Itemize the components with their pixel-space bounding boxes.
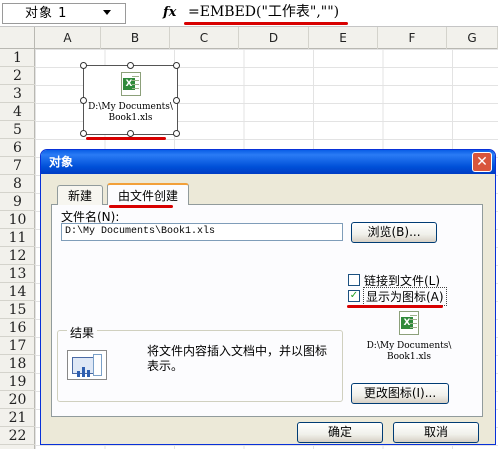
resize-handle[interactable] [80,130,87,137]
object-annotation-underline [86,137,166,140]
row-header[interactable]: 12 [0,247,35,265]
row-header[interactable]: 8 [0,175,35,193]
icon-preview-caption-line1: D:\My Documents\ [366,341,452,351]
column-header-g[interactable]: G [447,27,498,49]
name-box-value: 对象 1 [25,6,68,21]
row-header[interactable]: 16 [0,319,35,337]
formula-annotation-underline [184,22,348,25]
change-icon-button[interactable]: 更改图标(I)... [351,383,449,404]
display-as-icon-checkbox[interactable]: ✓ [348,290,360,302]
column-header-b[interactable]: B [101,27,170,49]
result-icon [67,350,107,380]
resize-handle[interactable] [80,62,87,69]
column-header-c[interactable]: C [170,27,239,49]
object-dialog: 对象 ✕ 新建 由文件创建 文件名(N): D:\My Documents\Bo… [40,149,496,445]
resize-handle[interactable] [173,62,180,69]
resize-handle[interactable] [127,130,134,137]
fx-icon[interactable]: fx [163,5,176,20]
icon-preview-caption: D:\My Documents\ Book1.xls [359,341,459,363]
column-header-a[interactable]: A [35,27,101,49]
row-header[interactable]: 2 [0,67,35,85]
embedded-object[interactable]: X D:\My Documents\ Book1.xls [80,62,180,137]
column-header-f[interactable]: F [378,27,447,49]
row-header[interactable]: 21 [0,409,35,427]
row-header[interactable]: 3 [0,85,35,103]
excel-file-icon: X [399,311,419,335]
resize-handle[interactable] [173,130,180,137]
row-header[interactable]: 4 [0,103,35,121]
row-header[interactable]: 22 [0,427,35,445]
name-box-dropdown-icon[interactable] [103,10,111,15]
select-all-corner[interactable] [0,27,35,49]
row-header[interactable]: 6 [0,139,35,157]
icon-preview-caption-line2: Book1.xls [386,352,432,362]
formula-bar: 对象 1 fx =EMBED("工作表","") [0,0,498,27]
row-header-bar: 1 2 3 4 5 6 7 8 9 10 11 12 13 14 15 16 1… [0,49,35,449]
row-header[interactable]: 11 [0,229,35,247]
link-to-file-checkbox[interactable] [348,274,360,286]
checkmark-icon: ✓ [349,290,359,301]
row-header[interactable]: 5 [0,121,35,139]
row-header[interactable]: 18 [0,355,35,373]
row-header[interactable]: 9 [0,193,35,211]
filename-input[interactable]: D:\My Documents\Book1.xls [61,223,343,241]
column-header-e[interactable]: E [309,27,378,49]
tab-annotation-underline [109,205,173,208]
resize-handle[interactable] [173,97,180,104]
display-as-icon-label[interactable]: 显示为图标(A) [363,287,447,306]
row-header[interactable]: 19 [0,373,35,391]
tab-create-from-file[interactable]: 由文件创建 [107,183,190,205]
formula-input[interactable]: =EMBED("工作表","") [184,3,496,24]
browse-button[interactable]: 浏览(B)... [351,222,437,243]
row-header[interactable]: 10 [0,211,35,229]
row-header[interactable]: 1 [0,49,35,67]
row-header[interactable]: 17 [0,337,35,355]
row-header[interactable]: 15 [0,301,35,319]
close-icon[interactable]: ✕ [472,152,492,172]
column-header-bar: A B C D E F G [0,27,498,49]
row-header[interactable]: 7 [0,157,35,175]
dialog-title: 对象 [49,155,74,169]
resize-handle[interactable] [80,97,87,104]
checkbox-annotation-underline [347,305,443,308]
resize-handle[interactable] [127,62,134,69]
embedded-object-caption-line1: D:\My Documents\ [88,102,173,112]
excel-file-icon: X [121,72,141,96]
row-header[interactable]: 13 [0,265,35,283]
row-header[interactable]: 14 [0,283,35,301]
embedded-object-caption-line2: Book1.xls [108,113,153,123]
result-title: 结果 [67,324,98,341]
cancel-button[interactable]: 取消 [393,422,479,443]
name-box[interactable]: 对象 1 [2,3,126,24]
dialog-titlebar[interactable]: 对象 ✕ [41,150,495,174]
row-header[interactable]: 20 [0,391,35,409]
ok-button[interactable]: 确定 [297,422,383,443]
tab-create-new[interactable]: 新建 [57,185,104,205]
result-description: 将文件内容插入文档中，并以图标表示。 [147,344,328,373]
column-header-d[interactable]: D [239,27,309,49]
